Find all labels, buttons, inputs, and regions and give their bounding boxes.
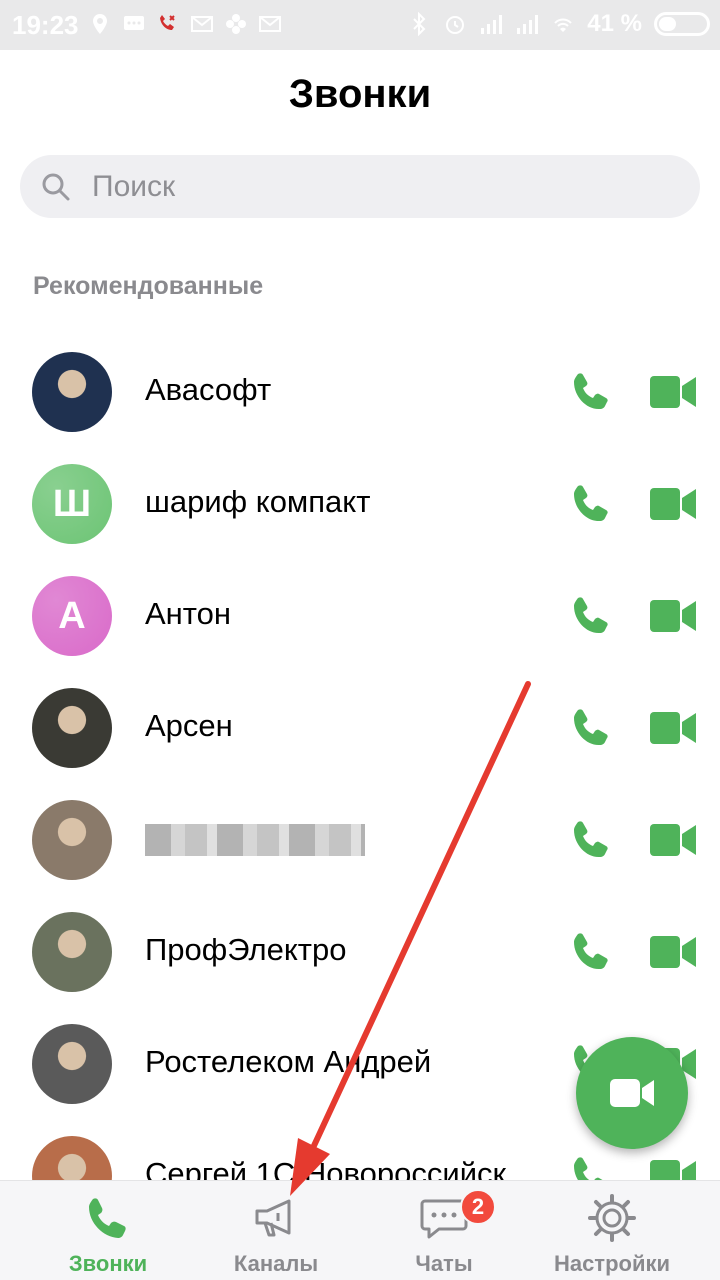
tab-channels-label: Каналы	[233, 1251, 319, 1276]
video-camera-icon	[650, 824, 696, 856]
contact-name: шариф компакт	[145, 484, 371, 519]
page-title: Звонки	[288, 72, 432, 116]
video-camera-icon	[650, 600, 696, 632]
voice-call-button[interactable]	[570, 370, 614, 414]
battery-fill	[659, 17, 676, 31]
alarm-icon	[446, 16, 465, 34]
video-camera-icon	[650, 936, 696, 968]
signal-icon	[481, 15, 503, 34]
new-video-call-button[interactable]	[576, 1037, 688, 1149]
voice-call-button[interactable]	[570, 482, 614, 526]
tab-calls-label: Звонки	[68, 1251, 148, 1276]
tab-settings[interactable]: Настройки	[522, 1181, 702, 1280]
system-icons: 41 %	[407, 10, 710, 38]
contact-name: Арсен	[145, 708, 233, 743]
contact-row[interactable]: ПрофЭлектро	[0, 896, 720, 1008]
mail-icon-2	[259, 16, 281, 32]
battery-percent: 41 %	[587, 10, 642, 37]
tab-chats[interactable]: 2 Чаты	[354, 1181, 534, 1280]
voice-call-button[interactable]	[570, 706, 614, 750]
avatar[interactable]	[32, 352, 112, 432]
avatar[interactable]: Ш	[32, 464, 112, 544]
bottom-navigation: Звонки Каналы 2 Чаты Настройки	[0, 1180, 720, 1280]
tab-settings-label: Настройки	[553, 1251, 671, 1276]
video-call-button[interactable]	[648, 370, 698, 414]
video-call-button[interactable]	[648, 594, 698, 638]
contact-name: Антон	[145, 596, 232, 631]
section-label-recommended: Рекомендованные	[33, 272, 264, 300]
wifi-icon	[554, 18, 573, 32]
avatar[interactable]: А	[32, 576, 112, 656]
video-camera-icon	[650, 488, 696, 520]
notification-icons	[88, 12, 282, 36]
search-icon	[42, 173, 70, 201]
location-icon	[93, 14, 107, 34]
blurred-contact-name	[145, 824, 365, 856]
video-camera-icon	[650, 712, 696, 744]
missed-call-icon	[160, 15, 175, 30]
mail-icon	[191, 16, 213, 32]
clover-icon	[226, 14, 246, 34]
phone-icon	[574, 485, 608, 522]
megaphone-icon	[255, 1199, 291, 1237]
unread-badge: 2	[460, 1189, 496, 1225]
gear-icon	[588, 1194, 636, 1242]
phone-icon	[574, 709, 608, 746]
video-call-button[interactable]	[648, 706, 698, 750]
status-bar: 19:23 41 %	[0, 0, 720, 50]
video-call-button[interactable]	[648, 930, 698, 974]
contact-name: ПрофЭлектро	[145, 932, 347, 967]
voice-call-button[interactable]	[570, 930, 614, 974]
avatar[interactable]	[32, 1024, 112, 1104]
message-icon	[124, 16, 144, 30]
phone-icon	[574, 373, 608, 410]
avatar[interactable]	[32, 688, 112, 768]
video-camera-icon	[610, 1079, 654, 1107]
contact-name: Ростелеком Андрей	[145, 1044, 432, 1079]
video-call-button[interactable]	[648, 482, 698, 526]
tab-channels[interactable]: Каналы	[186, 1181, 366, 1280]
contact-row[interactable]	[0, 784, 720, 896]
tab-calls[interactable]: Звонки	[18, 1181, 198, 1280]
tab-chats-label: Чаты	[415, 1251, 473, 1276]
signal-icon-2	[517, 15, 539, 34]
phone-icon	[89, 1198, 126, 1238]
contact-row[interactable]: Шшариф компакт	[0, 448, 720, 560]
status-time: 19:23	[12, 10, 79, 40]
video-camera-icon	[650, 376, 696, 408]
avatar[interactable]	[32, 912, 112, 992]
contact-row[interactable]: А Антон	[0, 560, 720, 672]
battery-icon	[654, 12, 710, 36]
bluetooth-icon	[413, 12, 426, 36]
phone-icon	[574, 821, 608, 858]
voice-call-button[interactable]	[570, 818, 614, 862]
contact-name: Авасофт	[145, 372, 272, 407]
search-input[interactable]	[92, 167, 652, 207]
phone-icon	[574, 597, 608, 634]
phone-icon	[574, 933, 608, 970]
avatar[interactable]	[32, 800, 112, 880]
contact-row[interactable]: Арсен	[0, 672, 720, 784]
video-call-button[interactable]	[648, 818, 698, 862]
contact-row[interactable]: Авасофт	[0, 336, 720, 448]
voice-call-button[interactable]	[570, 594, 614, 638]
